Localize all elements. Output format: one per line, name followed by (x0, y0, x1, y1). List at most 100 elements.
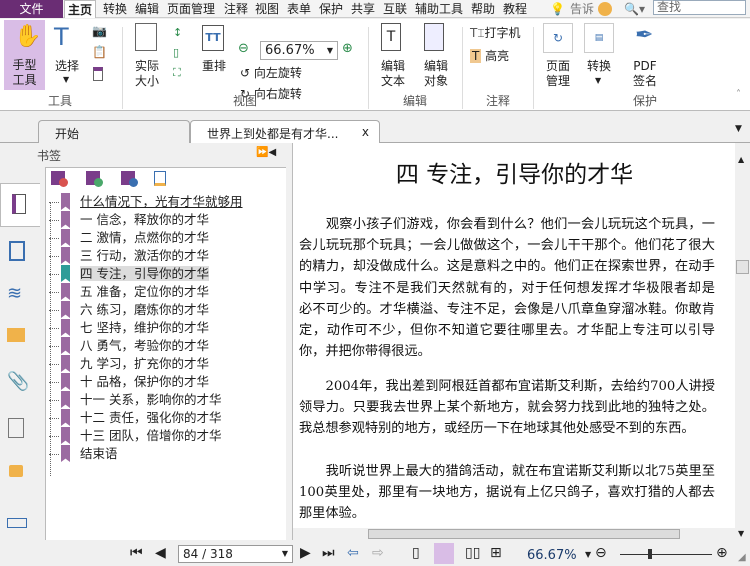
file-menu[interactable]: 文件 (0, 0, 63, 18)
layers-icon[interactable]: ≋ (7, 283, 22, 304)
goto-bookmark-icon[interactable] (121, 171, 138, 187)
menu-page-manage[interactable]: 页面管理 (167, 0, 215, 18)
bookmark-item[interactable]: 四 专注，引导你的才华 (49, 265, 209, 283)
search-input[interactable]: 查找 (653, 0, 746, 15)
tab-start[interactable]: 开始 (38, 120, 190, 143)
select-button[interactable]: T 选择 ▼ (52, 23, 82, 93)
bookmark-item[interactable]: 三 行动，激活你的才华 (49, 247, 209, 265)
menu-comment[interactable]: 注释 (224, 0, 248, 18)
scroll-down-icon[interactable]: ▼ (738, 529, 744, 538)
bookmark-properties-icon[interactable] (154, 171, 166, 186)
bookmark-item[interactable]: 七 坚持，维护你的才华 (49, 319, 209, 337)
bookmark-item[interactable]: 一 信念，释放你的才华 (49, 211, 209, 229)
zoom-in-icon[interactable]: ⊕ (342, 41, 353, 56)
bookmark-item[interactable]: 八 勇气，考验你的才华 (49, 337, 209, 355)
bookmark-item[interactable]: 十 品格，保护你的才华 (49, 373, 209, 391)
actual-size-button[interactable]: 实际 大小 (130, 23, 164, 93)
add-bookmark-icon[interactable] (86, 171, 103, 187)
bookmark-item[interactable]: 十二 责任，强化你的才华 (49, 409, 221, 427)
page-icon[interactable] (93, 67, 103, 81)
hand-tool-button[interactable]: ✋ 手型 工具 (4, 20, 45, 90)
first-page-icon[interactable]: ⏮ (130, 545, 143, 561)
collapse-ribbon-icon[interactable]: ˄ (736, 89, 741, 100)
last-page-icon[interactable]: ⏭ (322, 545, 335, 561)
close-tab-icon[interactable]: x (362, 125, 369, 139)
menu-help[interactable]: 帮助 (471, 0, 495, 18)
horizontal-scrollbar[interactable] (293, 528, 735, 540)
scroll-thumb[interactable] (736, 260, 749, 274)
snapshot-icon[interactable]: 📷 (92, 24, 107, 38)
delete-bookmark-icon[interactable] (51, 171, 68, 187)
edit-object-button[interactable]: 编辑 对象 (416, 23, 456, 93)
zoom-out-icon[interactable]: ⊖ (238, 41, 249, 56)
highlight-label: 高亮 (485, 49, 510, 63)
chevron-down-icon[interactable]: ▼ (585, 550, 591, 559)
convert-button[interactable]: ▤ 转换 ▼ (582, 23, 614, 93)
signature-icon[interactable] (8, 418, 24, 438)
continuous-facing-icon[interactable]: ⊞ (490, 545, 502, 561)
zoom-slider-thumb[interactable] (648, 549, 653, 559)
next-page-icon[interactable]: ▶ (300, 545, 311, 561)
menu-home[interactable]: 主页 (64, 0, 97, 18)
menu-view[interactable]: 视图 (255, 0, 279, 18)
pdf-sign-button[interactable]: ✒ PDF 签名 (625, 23, 665, 93)
menu-edit[interactable]: 编辑 (135, 0, 159, 18)
menu-protect[interactable]: 保护 (319, 0, 343, 18)
previous-view-icon[interactable]: ⇦ (347, 545, 359, 561)
page-number-input[interactable]: 84 / 318 ▼ (178, 545, 293, 563)
menu-share[interactable]: 共享 (351, 0, 375, 18)
continuous-page-button[interactable] (434, 543, 454, 564)
menu-form[interactable]: 表单 (287, 0, 311, 18)
tab-list-icon[interactable]: ▼ (735, 124, 742, 134)
bulb-icon[interactable]: 💡 (550, 0, 565, 18)
pages-icon[interactable] (9, 241, 25, 261)
location-icon[interactable] (598, 2, 612, 16)
zoom-slider[interactable] (620, 554, 712, 555)
bookmark-item[interactable]: 六 练习，磨炼你的才华 (49, 301, 209, 319)
comments-icon[interactable] (7, 328, 25, 342)
clipboard-icon[interactable]: 📋 (92, 45, 107, 59)
hscroll-thumb[interactable] (368, 529, 680, 539)
menu-tutorial[interactable]: 教程 (503, 0, 527, 18)
text-line: 我总想参观特别的地方，或经历一下在地球其他处感受不到的东西。 (299, 421, 695, 437)
fit-icons[interactable]: ↕ ▯ ⛶ (173, 23, 185, 83)
bookmark-item[interactable]: 二 激情，点燃你的才华 (49, 229, 209, 247)
prev-page-icon[interactable]: ◀ (155, 545, 166, 561)
bookmark-item[interactable]: 什么情况下，光有才华就够用 (49, 193, 243, 211)
bookmark-item[interactable]: 结束语 (49, 445, 118, 463)
bookmark-item[interactable]: 九 学习，扩充你的才华 (49, 355, 209, 373)
typewriter-button[interactable]: T⌶打字机 (470, 24, 521, 41)
panel-icon[interactable] (7, 518, 27, 528)
next-view-icon[interactable]: ⇨ (372, 545, 384, 561)
tell-me[interactable]: 告诉 (570, 0, 594, 18)
vertical-scrollbar[interactable]: ▲ ▼ (735, 143, 750, 540)
rotate-left-button[interactable]: ↺ 向左旋转 (240, 64, 302, 81)
menu-connect[interactable]: 互联 (383, 0, 407, 18)
menu-convert[interactable]: 转换 (103, 0, 127, 18)
menu-accessibility[interactable]: 辅助工具 (415, 0, 463, 18)
zoom-level[interactable]: 66.67% (527, 548, 577, 563)
bookmark-item[interactable]: 五 准备，定位你的才华 (49, 283, 209, 301)
highlight-button[interactable]: T 高亮 (470, 47, 509, 64)
tab-document[interactable]: 世界上到处都是有才华... x (190, 120, 380, 144)
edit-text-button[interactable]: T 编辑 文本 (376, 23, 410, 93)
bookmark-item[interactable]: 十三 团队，倍增你的才华 (49, 427, 221, 445)
scroll-up-icon[interactable]: ▲ (738, 155, 744, 164)
facing-page-icon[interactable]: ▯▯ (465, 545, 480, 561)
resize-grip-icon[interactable]: ◢ (738, 552, 746, 563)
single-page-icon[interactable]: ▯ (412, 545, 420, 561)
pen-icon: ✒ (635, 23, 654, 48)
page-manage-button[interactable]: ↻ 页面 管理 (538, 23, 578, 93)
text-cursor-icon: T (54, 23, 69, 51)
text-line: 我听说世界上最大的猎鸽活动，就在布宜诺斯艾利斯以北75英里至 (299, 464, 715, 479)
search-options-icon[interactable]: 🔍▾ (624, 0, 645, 18)
reflow-button[interactable]: TT 重排 (198, 23, 230, 83)
zoom-select[interactable]: 66.67% ▼ (260, 41, 338, 60)
bookmark-item[interactable]: 十一 关系，影响你的才华 (49, 391, 221, 409)
zoom-in-icon[interactable]: ⊕ (716, 545, 728, 561)
panel-options-icon[interactable]: ⏩◀ (256, 147, 276, 158)
attachment-icon[interactable]: 📎 (7, 371, 29, 392)
zoom-out-icon[interactable]: ⊖ (595, 545, 607, 561)
bookmarks-panel-button[interactable] (0, 183, 41, 227)
lock-icon[interactable] (9, 465, 23, 477)
